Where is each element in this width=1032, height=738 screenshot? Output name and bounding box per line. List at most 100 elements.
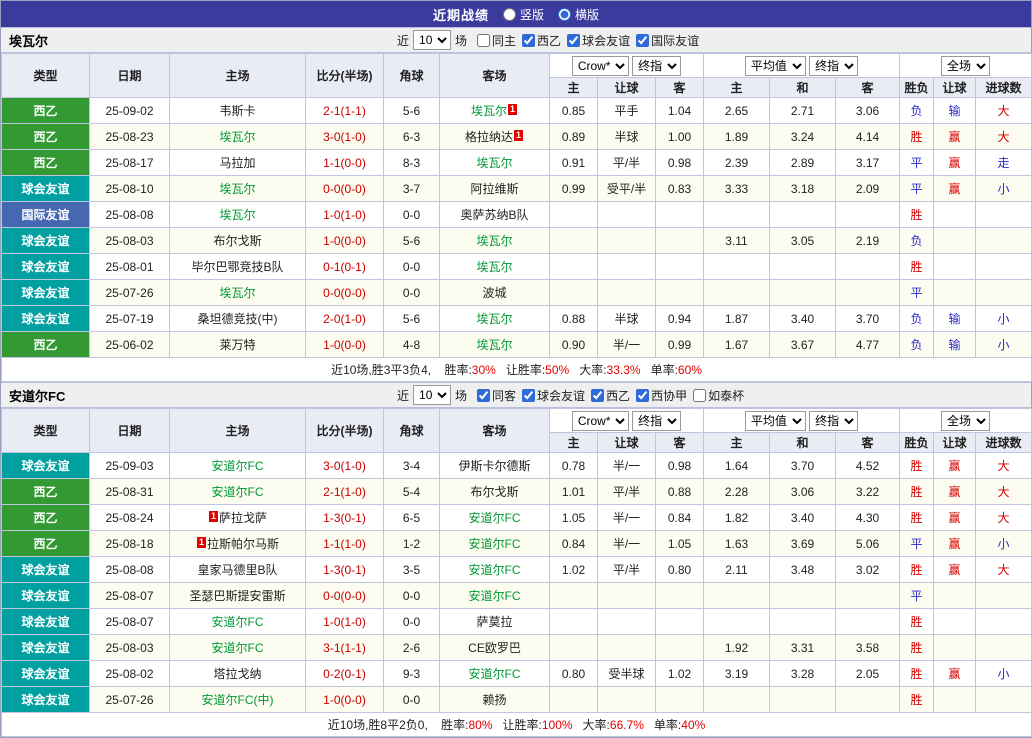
team-name[interactable]: 埃瓦尔 (219, 286, 255, 300)
result-handicap-cell: 赢 (933, 123, 977, 150)
team-name[interactable]: 安道尔FC (469, 589, 521, 603)
filter-checkbox-option[interactable]: 国际友谊 (636, 32, 699, 49)
recent-results-page: 近期战绩 竖版 横版 埃瓦尔 近 10 场 同主 西乙 球会友谊 国际友谊 类型… (0, 0, 1032, 738)
fulltime-scope-select[interactable]: 全场 (941, 410, 991, 431)
team-name[interactable]: 莱万特 (219, 338, 255, 352)
fulltime-scope-select[interactable]: 全场 (941, 55, 991, 76)
result-handicap-cell (933, 686, 977, 713)
team-name[interactable]: 阿拉维斯 (470, 182, 518, 196)
team-name[interactable]: 圣瑟巴斯提安雷斯 (189, 589, 285, 603)
filter-checkbox-option[interactable]: 同主 (477, 32, 516, 49)
team-name[interactable]: 赖扬 (482, 693, 506, 707)
filter-checkbox-option[interactable]: 西协甲 (636, 387, 687, 404)
filter-checkbox[interactable] (591, 388, 605, 402)
team-name[interactable]: 布尔戈斯 (470, 485, 518, 499)
filter-checkbox-option[interactable]: 西乙 (522, 32, 561, 49)
summary-stat-label: 让胜率: (505, 363, 546, 377)
team-name[interactable]: 布尔戈斯 (213, 234, 261, 248)
filter-checkbox[interactable] (636, 388, 650, 402)
filter-checkbox[interactable] (693, 388, 707, 402)
average-odds-select[interactable]: 平均值 (744, 410, 806, 431)
team-name[interactable]: 安道尔FC (212, 459, 264, 473)
team-name[interactable]: 埃瓦尔 (476, 338, 512, 352)
average-odds-select[interactable]: 平均值 (744, 55, 806, 76)
layout-option-vertical[interactable]: 竖版 (502, 6, 544, 23)
team-name[interactable]: 波城 (482, 286, 506, 300)
team-name[interactable]: 皇家马德里B队 (197, 563, 277, 577)
match-date-cell: 25-06-02 (89, 331, 170, 358)
red-card-indicator: 1 (514, 130, 523, 141)
away-team-cell: CE欧罗巴 (439, 634, 550, 661)
team-name[interactable]: 韦斯卡 (219, 104, 255, 118)
filter-checkbox-group: 同主 西乙 球会友谊 国际友谊 (471, 32, 699, 49)
team-name[interactable]: 埃瓦尔 (219, 208, 255, 222)
avg-away-odds: 5.06 (834, 530, 901, 557)
filter-checkbox[interactable] (636, 33, 650, 47)
filter-checkbox-option[interactable]: 球会友谊 (567, 32, 630, 49)
odds-stage-select[interactable]: 终指 (632, 410, 682, 431)
team-name[interactable]: CE欧罗巴 (468, 641, 521, 655)
team-name[interactable]: 塔拉戈纳 (213, 667, 261, 681)
recent-count-select[interactable]: 10 (413, 30, 452, 50)
topbar: 近期战绩 竖版 横版 (1, 1, 1031, 27)
average-stage-select[interactable]: 终指 (809, 55, 859, 76)
layout-option-horizontal[interactable]: 横版 (558, 6, 599, 23)
filter-checkbox-option[interactable]: 如泰杯 (693, 387, 744, 404)
match-type-cell: 西乙 (1, 97, 90, 124)
handicap-line (597, 608, 656, 635)
team-name[interactable]: 埃瓦尔 (219, 182, 255, 196)
team-name[interactable]: 桑坦德竞技(中) (198, 312, 278, 326)
result-wdl-cell: 负 (899, 305, 935, 332)
team-name[interactable]: 萨莫拉 (476, 615, 512, 629)
recent-count-select[interactable]: 10 (413, 385, 452, 405)
avg-draw-odds: 3.48 (769, 556, 836, 583)
filter-checkbox[interactable] (567, 33, 581, 47)
team-name[interactable]: 伊斯卡尔德斯 (458, 459, 530, 473)
team-name[interactable]: 安道尔FC (469, 537, 521, 551)
filter-checkbox[interactable] (522, 33, 536, 47)
team-name[interactable]: 安道尔FC (212, 641, 264, 655)
filter-checkbox[interactable] (477, 33, 491, 47)
summary-stat-value: 30% (471, 363, 496, 377)
filter-checkbox[interactable] (477, 388, 491, 402)
horizontal-layout-radio[interactable] (558, 7, 571, 21)
home-team-cell: 安道尔FC (169, 478, 306, 505)
team-name[interactable]: 埃瓦尔 (476, 156, 512, 170)
avg-home-odds (703, 582, 770, 609)
score-cell: 1-0(0-0) (305, 227, 384, 254)
avg-draw-odds: 2.71 (769, 97, 836, 124)
avg-draw-odds: 3.69 (769, 530, 836, 557)
team-name[interactable]: 毕尔巴鄂竞技B队 (191, 260, 283, 274)
team-name[interactable]: 安道尔FC (212, 485, 264, 499)
team-name[interactable]: 安道尔FC (212, 615, 264, 629)
team-name[interactable]: 马拉加 (219, 156, 255, 170)
filter-checkbox-option[interactable]: 同客 (477, 387, 516, 404)
vertical-layout-radio[interactable] (502, 7, 516, 21)
team-name[interactable]: 埃瓦尔 (219, 130, 255, 144)
team-name[interactable]: 萨拉戈萨 (219, 511, 267, 525)
odds-company-select[interactable]: Crow* (571, 55, 629, 76)
team-name[interactable]: 埃瓦尔 (476, 260, 512, 274)
team-name[interactable]: 拉斯帕尔马斯 (207, 537, 279, 551)
team-name[interactable]: 埃瓦尔 (471, 104, 507, 118)
team-name[interactable]: 安道尔FC (469, 563, 521, 577)
odds-company-select[interactable]: Crow* (571, 410, 629, 431)
team-name[interactable]: 安道尔FC (469, 511, 521, 525)
team-name[interactable]: 奥萨苏纳B队 (460, 208, 528, 222)
team-name[interactable]: 埃瓦尔 (476, 234, 512, 248)
handicap-line (597, 279, 656, 306)
filter-checkbox-label: 西乙 (537, 33, 562, 48)
team-name[interactable]: 格拉纳达 (465, 130, 513, 144)
filter-checkbox[interactable] (522, 388, 536, 402)
filter-checkbox-option[interactable]: 西乙 (591, 387, 630, 404)
average-stage-select[interactable]: 终指 (809, 410, 859, 431)
team-name[interactable]: 安道尔FC(中) (202, 693, 274, 707)
col-result-goals: 进球数 (975, 77, 1032, 98)
team-name[interactable]: 埃瓦尔 (476, 312, 512, 326)
filter-checkbox-option[interactable]: 球会友谊 (522, 387, 585, 404)
home-team-cell: 皇家马德里B队 (169, 556, 306, 583)
team-name[interactable]: 安道尔FC (469, 667, 521, 681)
odds-stage-select[interactable]: 终指 (632, 55, 682, 76)
score-cell: 1-0(1-0) (305, 608, 384, 635)
result-handicap-cell (933, 253, 977, 280)
